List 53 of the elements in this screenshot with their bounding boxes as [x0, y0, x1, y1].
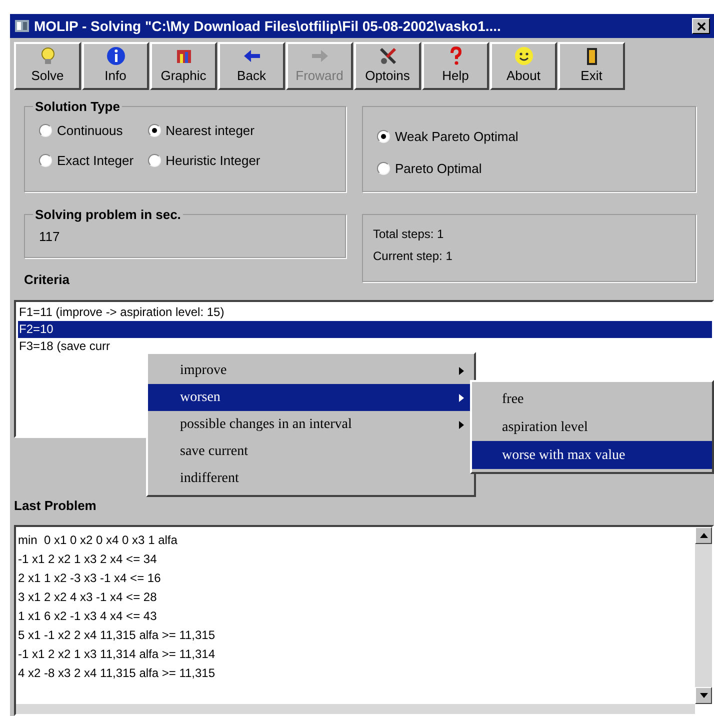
radio-label: Pareto Optimal [395, 160, 482, 178]
app-icon [14, 19, 30, 33]
step-text: Current step: 1 [373, 248, 454, 265]
list-item[interactable]: F2=10 [18, 320, 712, 338]
menu-item[interactable]: improve [148, 357, 474, 384]
radio-button[interactable] [148, 154, 161, 167]
toolbar-button[interactable]: Back [218, 42, 285, 90]
menu-item[interactable]: indifferent [148, 465, 474, 492]
problem-line: min 0 x1 0 x2 0 x4 0 x3 1 alfa [18, 532, 178, 549]
toolbar-button[interactable]: Graphic [150, 42, 217, 90]
problem-line: 3 x1 2 x2 4 x3 -1 x4 <= 28 [18, 589, 158, 606]
radio-label: Nearest integer [166, 122, 254, 140]
toolbar-button[interactable]: Optoins [354, 42, 421, 90]
radio-button[interactable] [377, 130, 390, 144]
section-title: Last Problem [14, 496, 96, 514]
menu-item[interactable]: aspiration level [472, 413, 712, 441]
problem-line: 4 x2 -8 x3 2 x4 11,315 alfa >= 11,315 [18, 665, 216, 682]
menu-item[interactable]: free [472, 385, 712, 413]
problem-line: 1 x1 6 x2 -1 x3 4 x4 <= 43 [18, 608, 158, 625]
radio-label: Exact Integer [57, 152, 134, 170]
vertical-scrollbar[interactable] [695, 527, 712, 704]
toolbar-button[interactable]: Help [422, 42, 489, 90]
radio-button[interactable] [148, 124, 161, 138]
solving-time-value: 117 [39, 229, 60, 244]
toolbar-button[interactable]: Solve [14, 42, 81, 90]
menu-item[interactable]: possible changes in an interval [148, 411, 474, 438]
toolbar-button[interactable]: Exit [558, 42, 625, 90]
smiley-icon [514, 46, 534, 66]
close-icon [696, 22, 706, 30]
window-title: MOLIP - Solving "C:\My Download Files\otfilip\Fil 05-08-2002\vasko1.... [34, 16, 502, 36]
radio-button[interactable] [39, 154, 52, 167]
problem-line: -1 x1 2 x2 1 x3 11,314 alfa >= 11,314 [18, 646, 216, 663]
section-title: Criteria [24, 271, 71, 289]
menu-item[interactable]: save current [148, 438, 474, 465]
toolbar-button[interactable]: Info [82, 42, 149, 90]
list-item[interactable]: F1=11 (improve -> aspiration level: 15) [18, 304, 712, 320]
radio-button[interactable] [377, 162, 390, 175]
radio-label: Weak Pareto Optimal [395, 128, 518, 146]
info-icon [106, 46, 126, 66]
radio-label: Heuristic Integer [166, 152, 260, 170]
toolbar-button[interactable]: About [490, 42, 557, 90]
problem-line: 5 x1 -1 x2 2 x4 11,315 alfa >= 11,315 [18, 627, 216, 644]
close-button[interactable] [692, 18, 710, 34]
problem-line: -1 x1 2 x2 1 x3 2 x4 <= 34 [18, 551, 158, 568]
problem-line: 2 x1 1 x2 -3 x3 -1 x4 <= 16 [18, 570, 162, 587]
list-item[interactable]: F3=18 (save curr [18, 338, 712, 354]
up-arrow-icon [700, 533, 708, 538]
down-arrow-icon [700, 693, 708, 698]
horizontal-scrollbar[interactable] [16, 704, 695, 714]
menu-item[interactable]: worse with max value [472, 441, 712, 469]
step-text: Total steps: 1 [373, 226, 445, 243]
radio-label: Continuous [57, 122, 123, 140]
radio-button[interactable] [39, 124, 52, 138]
